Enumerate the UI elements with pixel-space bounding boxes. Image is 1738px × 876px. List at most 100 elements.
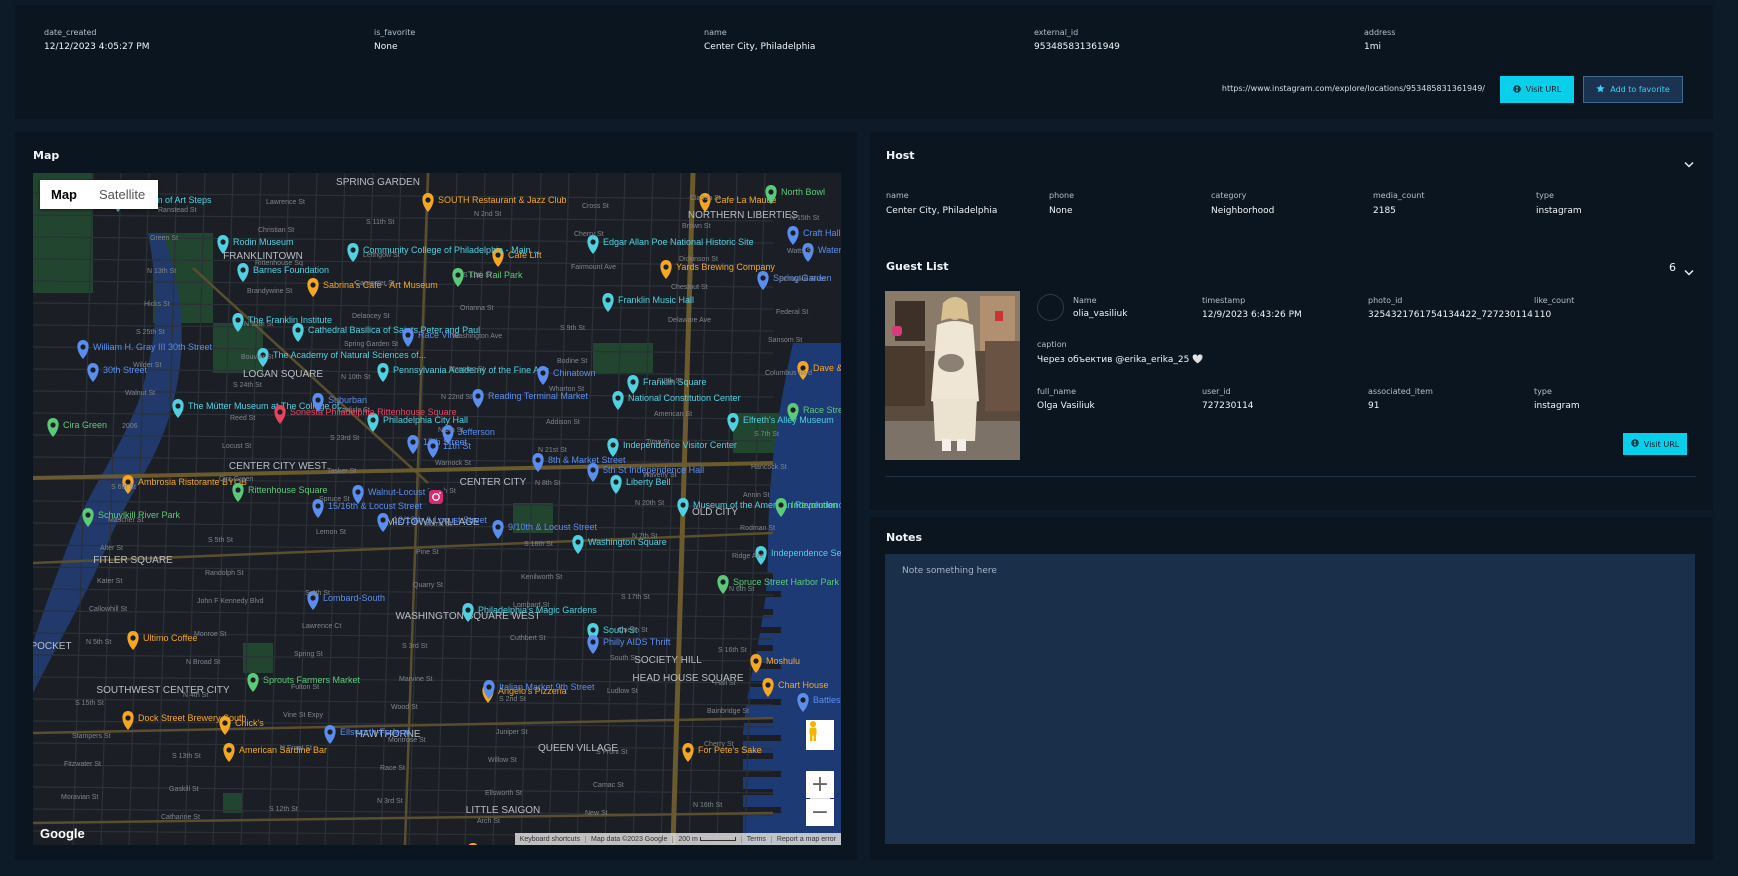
pin-dot [226,747,232,753]
guest-divider [885,476,1696,477]
street-label: Cira Green [219,476,253,483]
street-label: Federal St [776,309,808,316]
street-label: Ludlow St [607,688,638,695]
place-label: Sonesta Philadelphia Rittenhouse Square [290,407,457,417]
notes-title: Notes [886,531,923,544]
place-label: Ellsworth-Federal [340,727,410,737]
place-label: Lombard-South [323,593,385,603]
pin-dot [753,658,759,664]
field-value: 3254321761754134422_727230114 [1368,310,1533,320]
street-label: S 18th St [524,541,553,548]
street-label: Vine St Expy [283,712,323,719]
field-label: phone [1049,191,1075,200]
place-label: National Constitution Center [628,393,741,403]
field-value: None [1049,206,1073,216]
street-label: S 16th St [718,647,747,654]
place-label: SOUTH Restaurant & Jazz Club [438,195,567,205]
street-label: S 23rd St [330,435,359,442]
map-canvas[interactable]: SPRING GARDENFRANKLINTOWNNORTHERN LIBERT… [33,173,841,845]
terms-link[interactable]: Terms [740,835,771,843]
street-label: Alter St [100,545,123,552]
pin-dot [350,247,356,253]
pegman-button[interactable] [806,720,834,750]
street-label: Fitzwater St [64,761,101,768]
street-label: N 4th St [183,692,208,699]
star-icon [1596,84,1605,95]
visit-url-button[interactable]: Visit URL [1500,76,1574,103]
zoom-in-button[interactable]: + [806,771,834,798]
street-label: Columbus Blvd [765,370,812,377]
place-label: Chart House [778,680,829,690]
host-collapse-button[interactable] [1683,154,1695,168]
street-label: Delancey St [352,313,390,320]
pin-dot [455,272,461,278]
keyboard-shortcuts-link[interactable]: Keyboard shortcuts [515,836,585,843]
street-label: S 5th St [208,537,233,544]
neighborhood-label: LOGAN SQUARE [243,369,323,380]
map-type-map-button[interactable]: Map [40,180,88,209]
pin-dot [327,729,333,735]
street-label: Sansom St [768,337,802,344]
guest-field-photo-id: photo_id 3254321761754134422_727230114 [1368,296,1533,321]
pin-dot [613,479,619,485]
street-label: Cross St [582,203,609,210]
pin-dot [590,467,596,473]
field-value: olia_vasiliuk [1073,309,1128,319]
field-value: 1mi [1364,42,1381,52]
place-label: Rittenhouse Square [248,485,328,495]
street-label: S 24th St [233,382,262,389]
street-label: 2006 [122,423,138,430]
street-label: Waverly St [643,472,677,479]
street-label: N Front St [280,745,312,752]
street-label: Walnut St [125,390,155,397]
guest-list-collapse-button[interactable] [1683,262,1695,276]
globe-icon [1513,84,1521,95]
pin-dot [80,344,86,350]
street-label: S 12th St [269,806,298,813]
pin-dot [575,539,581,545]
place-label: Craft Hall [803,228,841,238]
street-label: Arch St [477,818,500,825]
zoom-out-button[interactable]: − [806,799,834,826]
street-label: Titan St [646,439,670,446]
field-label: media_count [1373,191,1425,200]
neighborhood-label: SOCIETY HILL [634,655,702,666]
location-url[interactable]: https://www.instagram.com/explore/locati… [1222,84,1485,93]
street-label: S 4th St [305,590,330,597]
street-label: S 6th St [111,484,136,491]
instagram-icon [429,490,443,504]
street-label: Ellsworth St [485,790,522,797]
street-label: N Broad St [186,659,220,666]
street-label: Ranstead St [158,207,197,214]
place-label: Ultimo Coffee [143,633,197,643]
pin-dot [535,457,541,463]
street-label: Lawrence St [266,199,305,206]
street-label: Locust St [222,443,251,450]
street-label: Leithgow St [363,252,400,259]
host-field-media-count: media_count 2185 [1373,191,1425,217]
pin-dot [590,239,596,245]
map-view[interactable]: SPRING GARDEN FRANKLINTOWN NORTHERN LIBERT… [33,173,841,845]
street-label: N 12th St [244,321,273,328]
place-label: Edgar Allan Poe National Historic Site [603,237,754,247]
map-scale-label: 200 m [678,835,698,843]
report-map-error-link[interactable]: Report a map error [770,835,841,843]
street-label: N 20th St [635,500,664,507]
pin-dot [685,747,691,753]
street-label: Chestnut St [671,284,708,291]
street-label: Bainbridge St [707,708,749,715]
map-type-toggle[interactable]: Map Satellite [40,180,158,209]
pin-dot [800,697,806,703]
street-label: Queen St [618,627,648,634]
guest-visit-url-button[interactable]: Visit URL [1623,433,1687,455]
pin-dot [315,503,321,509]
pin-dot [495,524,501,530]
map-type-satellite-button[interactable]: Satellite [88,180,156,209]
guest-photo[interactable] [885,291,1020,460]
street-label: N 9th St [438,427,463,434]
pin-dot [235,487,241,493]
street-label: Cherry St [704,741,734,748]
street-label: Ridge Ave [732,553,764,560]
add-to-favorite-button[interactable]: Add to favorite [1583,76,1683,103]
notes-input[interactable] [885,554,1695,844]
